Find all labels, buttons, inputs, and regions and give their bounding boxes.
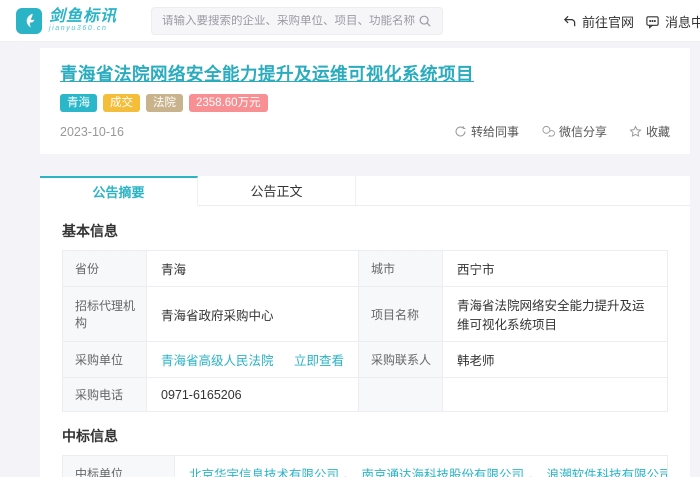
wechat-share-label: 微信分享: [558, 125, 607, 139]
table-row: 招标代理机构 青海省政府采购中心 项目名称 青海省法院网络安全能力提升及运维可视…: [62, 286, 668, 342]
status-tag: 成交: [103, 94, 140, 112]
view-now-link[interactable]: 立即查看: [294, 350, 344, 369]
tag-row: 青海 成交 法院 2358.60万元: [60, 94, 670, 112]
wechat-icon: [541, 125, 555, 138]
search-input[interactable]: [162, 14, 419, 27]
logo-subtitle: jianyu360.cn: [49, 25, 108, 32]
contact-label: 采购联系人: [358, 341, 443, 378]
empty-label: [358, 377, 443, 412]
city-label: 城市: [358, 250, 443, 287]
city-value: 西宁市: [442, 250, 668, 287]
project-name-value: 青海省法院网络安全能力提升及运维可视化系统项目: [442, 286, 668, 342]
forward-label: 转给同事: [470, 125, 519, 139]
nav-official-label: 前往官网: [582, 14, 635, 30]
announcement-title-link[interactable]: 青海省法院网络安全能力提升及运维可视化系统项目: [60, 61, 474, 86]
star-icon: [629, 125, 642, 138]
return-arrow-icon: [562, 14, 577, 29]
nav-message-label: 消息中心: [665, 14, 700, 30]
agency-label: 招标代理机构: [62, 286, 147, 342]
province-value: 青海: [146, 250, 359, 287]
province-label: 省份: [62, 250, 147, 287]
action-buttons: 转给同事 微信分享 收藏: [454, 123, 670, 140]
forward-to-colleague-button[interactable]: 转给同事: [454, 123, 519, 140]
forward-circular-arrow-icon: [454, 125, 467, 138]
buyer-link[interactable]: 青海省高级人民法院: [161, 350, 274, 369]
tab-bar-filler: [356, 176, 690, 206]
global-search-bar: [151, 6, 444, 35]
table-row: 采购电话 0971-6165206: [62, 377, 668, 412]
phone-value: 0971-6165206: [146, 377, 359, 412]
favorite-button[interactable]: 收藏: [629, 123, 670, 140]
contact-value: 韩老师: [442, 341, 668, 378]
logo-title: 剑鱼标讯: [49, 8, 118, 25]
industry-tag: 法院: [146, 94, 183, 112]
basic-info-heading: 基本信息: [62, 223, 118, 239]
nav-official-site[interactable]: 前往官网: [562, 0, 634, 42]
top-header: 剑鱼标讯 jianyu360.cn 前往官网 消息中心: [0, 0, 700, 42]
nav-message-center[interactable]: 消息中心: [645, 0, 700, 42]
logo-text: 剑鱼标讯 jianyu360.cn: [49, 8, 117, 33]
winner-separator: 、: [529, 468, 542, 477]
wechat-share-button[interactable]: 微信分享: [541, 123, 607, 140]
announcement-header-card: 青海省法院网络安全能力提升及运维可视化系统项目 青海 成交 法院 2358.60…: [40, 48, 690, 154]
amount-tag: 2358.60万元: [189, 94, 268, 112]
site-logo[interactable]: 剑鱼标讯 jianyu360.cn: [16, 7, 117, 34]
table-row: 省份 青海 城市 西宁市: [62, 250, 668, 287]
winner-value: 北京华宇信息技术有限公司、南京通达海科技股份有限公司、浪潮软件科技有限公司: [174, 455, 668, 477]
bid-info-heading: 中标信息: [62, 428, 118, 444]
phone-label: 采购电话: [62, 377, 147, 412]
region-tag: 青海: [60, 94, 97, 112]
tab-full-text[interactable]: 公告正文: [198, 176, 356, 206]
winner-separator: 、: [344, 468, 357, 477]
publish-date: 2023-10-16: [60, 124, 124, 139]
tab-summary[interactable]: 公告摘要: [40, 176, 198, 206]
project-name-label: 项目名称: [358, 286, 443, 342]
buyer-cell: 青海省高级人民法院 立即查看: [161, 350, 344, 369]
announcement-detail-card: 公告摘要 公告正文 基本信息 省份 青海 城市 西宁市 招标代理机构 青海省政府…: [40, 176, 690, 477]
table-row: 中标单位 北京华宇信息技术有限公司、南京通达海科技股份有限公司、浪潮软件科技有限…: [62, 455, 668, 477]
agency-value: 青海省政府采购中心: [146, 286, 359, 342]
search-icon[interactable]: [418, 14, 432, 28]
winner-link[interactable]: 浪潮软件科技有限公司: [547, 468, 667, 477]
winner-link[interactable]: 南京通达海科技股份有限公司: [362, 468, 525, 477]
basic-info-table: 省份 青海 城市 西宁市 招标代理机构 青海省政府采购中心 项目名称 青海省法院…: [62, 250, 668, 412]
buyer-label: 采购单位: [62, 341, 147, 378]
jianyu-fish-icon: [16, 7, 42, 34]
message-bubble-icon: [645, 14, 660, 29]
favorite-label: 收藏: [645, 125, 670, 139]
winner-label: 中标单位: [62, 455, 175, 477]
empty-value: [442, 377, 668, 412]
meta-row: 2023-10-16 转给同事 微信分享 收藏: [60, 123, 670, 140]
bid-info-table: 中标单位 北京华宇信息技术有限公司、南京通达海科技股份有限公司、浪潮软件科技有限…: [62, 455, 668, 477]
table-row: 采购单位 青海省高级人民法院 立即查看 采购联系人 韩老师: [62, 341, 668, 378]
winner-link[interactable]: 北京华宇信息技术有限公司: [189, 468, 339, 477]
tab-bar: 公告摘要 公告正文: [40, 176, 690, 206]
summary-content: 基本信息 省份 青海 城市 西宁市 招标代理机构 青海省政府采购中心 项目名称 …: [40, 206, 690, 477]
